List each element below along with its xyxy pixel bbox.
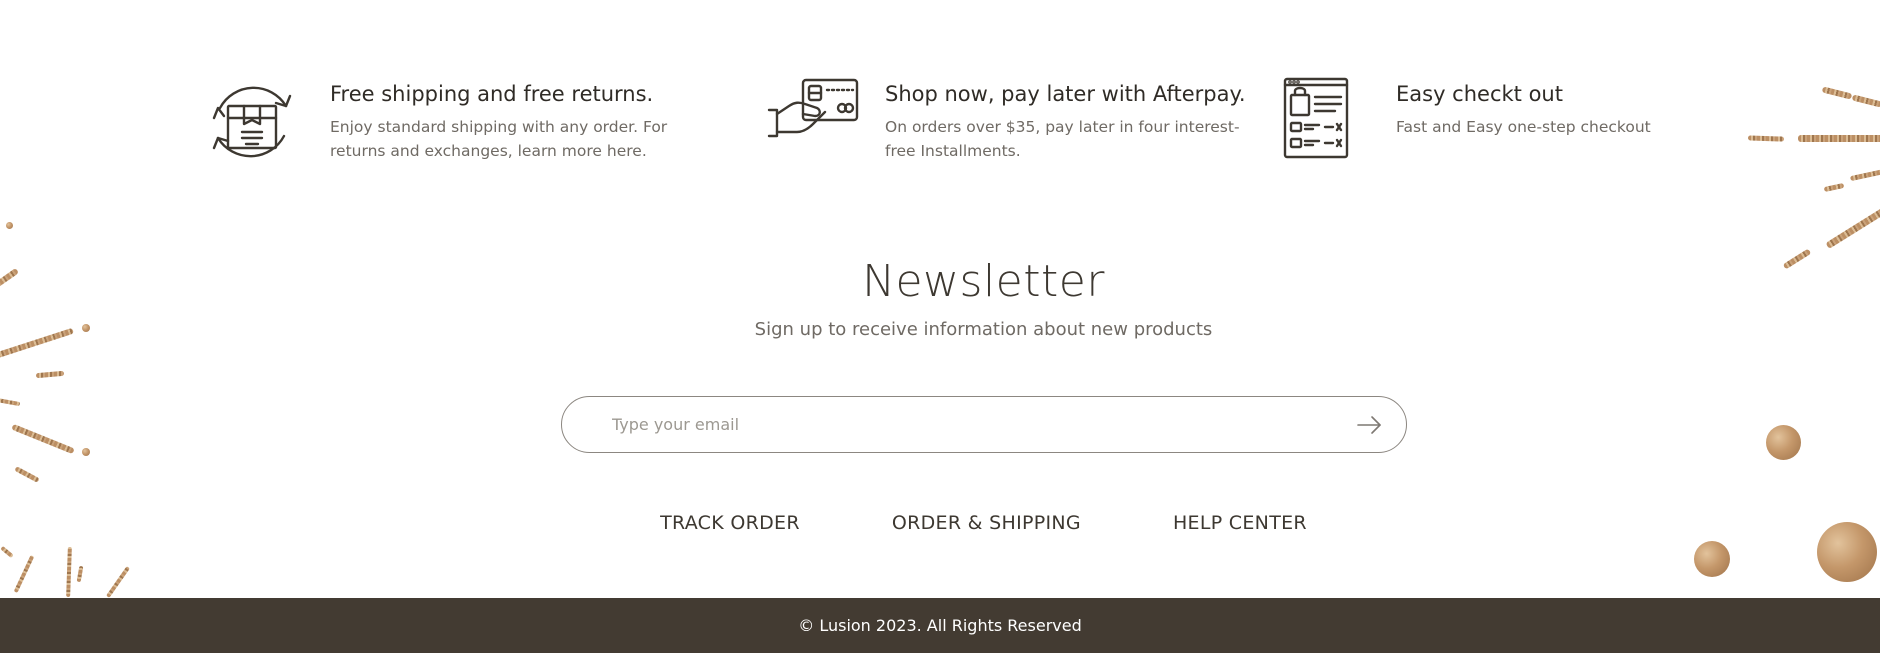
feature-description: Enjoy standard shipping with any order. …	[330, 115, 667, 163]
copyright-bar: © Lusion 2023. All Rights Reserved	[0, 598, 1880, 653]
feature-desc-line: Fast and Easy one-step checkout	[1396, 118, 1651, 136]
newsletter-form	[561, 396, 1407, 453]
email-input[interactable]	[612, 397, 1312, 452]
feature-desc-line: Enjoy standard shipping with any order. …	[330, 118, 668, 136]
feature-description: Fast and Easy one-step checkout	[1396, 115, 1651, 139]
newsletter-title: Newsletter	[862, 256, 1105, 307]
feature-desc-line: free Installments.	[885, 142, 1021, 160]
feature-title: Shop now, pay later with Afterpay.	[885, 82, 1246, 106]
feature-easy-checkout: Easy checkt out Fast and Easy one-step c…	[1283, 77, 1651, 159]
link-order-shipping[interactable]: ORDER & SHIPPING	[892, 512, 1081, 534]
footer-links: TRACK ORDER ORDER & SHIPPING HELP CENTER	[0, 512, 1880, 534]
feature-desc-line: returns and exchanges, learn more here.	[330, 142, 647, 160]
feature-title: Free shipping and free returns.	[330, 82, 654, 106]
email-submit-button[interactable]	[1354, 411, 1384, 439]
newsletter-subtitle: Sign up to receive information about new…	[754, 319, 1213, 340]
checkout-page-icon	[1283, 77, 1349, 159]
feature-title: Easy checkt out	[1396, 82, 1563, 106]
feature-description: On orders over $35, pay later in four in…	[885, 115, 1246, 163]
feature-afterpay: Shop now, pay later with Afterpay. On or…	[767, 78, 1246, 163]
copyright-text: © Lusion 2023. All Rights Reserved	[798, 616, 1082, 635]
feature-desc-line: On orders over $35, pay later in four in…	[885, 118, 1240, 136]
credit-card-hand-icon	[767, 78, 859, 140]
arrow-right-icon	[1357, 416, 1381, 434]
link-help-center[interactable]: HELP CENTER	[1173, 512, 1307, 534]
box-returns-icon	[206, 78, 298, 166]
feature-free-shipping: Free shipping and free returns. Enjoy st…	[206, 78, 667, 166]
link-track-order[interactable]: TRACK ORDER	[660, 512, 800, 534]
